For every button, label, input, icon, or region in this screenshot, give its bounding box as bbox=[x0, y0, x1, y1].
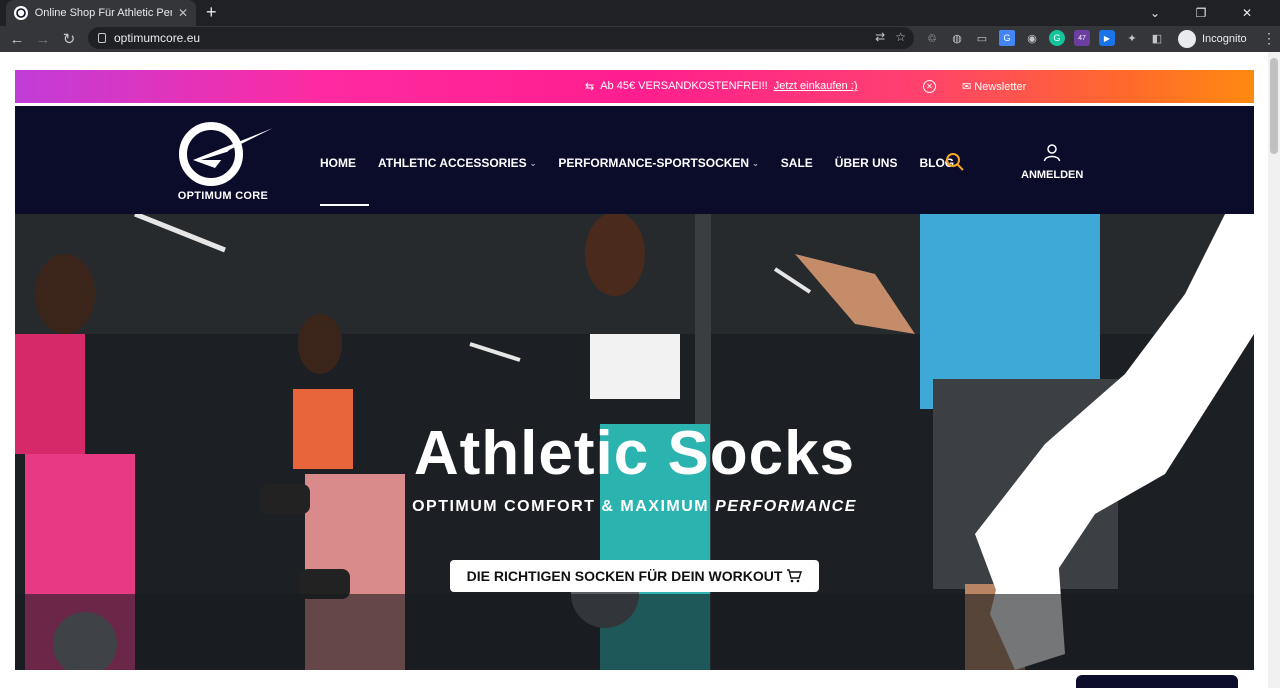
close-announcement-icon[interactable]: ✕ bbox=[923, 80, 936, 93]
page-scrollbar[interactable] bbox=[1268, 52, 1280, 688]
new-tab-button[interactable]: + bbox=[206, 2, 217, 22]
recycle-extension-icon[interactable]: ♲ bbox=[924, 30, 940, 46]
nav-athletic-accessories[interactable]: ATHLETIC ACCESSORIES ⌄ bbox=[378, 156, 536, 170]
side-panel-icon[interactable]: ◧ bbox=[1149, 30, 1165, 46]
scrollbar-thumb[interactable] bbox=[1270, 58, 1278, 154]
logo-emblem-icon bbox=[179, 122, 273, 186]
nav-label: ATHLETIC ACCESSORIES bbox=[378, 156, 527, 170]
back-button[interactable]: ← bbox=[4, 31, 30, 48]
login-label: ANMELDEN bbox=[1021, 169, 1084, 181]
browser-tab-bar: Online Shop Für Athletic Perform ✕ + ⌄ ❐… bbox=[0, 0, 1280, 26]
badge-extension-icon[interactable]: 47 bbox=[1074, 30, 1090, 46]
browser-menu-icon[interactable]: ⋮ bbox=[1262, 30, 1276, 47]
incognito-icon bbox=[1178, 30, 1196, 48]
active-nav-indicator bbox=[320, 204, 369, 206]
nav-performance-sportsocken[interactable]: PERFORMANCE-SPORTSOCKEN ⌄ bbox=[558, 156, 758, 170]
extensions-puzzle-icon[interactable]: ✦ bbox=[1124, 30, 1140, 46]
close-window-button[interactable]: ✕ bbox=[1224, 6, 1270, 20]
tab-search-icon[interactable]: ⌄ bbox=[1132, 6, 1178, 20]
shop-now-link[interactable]: Jetzt einkaufen :) bbox=[774, 80, 858, 93]
browser-tab[interactable]: Online Shop Für Athletic Perform ✕ bbox=[6, 0, 196, 26]
cast-extension-icon[interactable]: ▭ bbox=[974, 30, 990, 46]
grammarly-extension-icon[interactable]: G bbox=[1049, 30, 1065, 46]
hero-subtitle: OPTIMUM COMFORT & MAXIMUM PERFORMANCE bbox=[15, 498, 1254, 516]
chevron-down-icon: ⌄ bbox=[529, 158, 537, 168]
site-logo[interactable]: OPTIMUM CORE bbox=[173, 120, 279, 204]
hero-subtitle-italic: PERFORMANCE bbox=[715, 498, 857, 515]
nav-label: HOME bbox=[320, 156, 356, 170]
forward-button[interactable]: → bbox=[30, 31, 56, 48]
cta-label: DIE RICHTIGEN SOCKEN FÜR DEIN WORKOUT bbox=[466, 568, 783, 584]
restore-window-button[interactable]: ❐ bbox=[1178, 6, 1224, 20]
floating-widget-tab[interactable] bbox=[1076, 675, 1238, 688]
window-controls: ⌄ ❐ ✕ bbox=[1132, 0, 1270, 26]
main-navigation: HOME ATHLETIC ACCESSORIES ⌄ PERFORMANCE-S… bbox=[320, 156, 976, 170]
address-bar[interactable]: optimumcore.eu ⇄ ☆ bbox=[88, 27, 914, 49]
page-viewport: ⇆ Ab 45€ VERSANDKOSTENFREI!! Jetzt einka… bbox=[0, 52, 1280, 688]
incognito-profile[interactable]: Incognito bbox=[1178, 28, 1247, 50]
hero-subtitle-bold: OPTIMUM COMFORT & MAXIMUM bbox=[412, 498, 710, 515]
search-icon[interactable] bbox=[945, 152, 965, 177]
bookmark-star-icon[interactable]: ☆ bbox=[895, 30, 906, 44]
reload-button[interactable]: ↻ bbox=[56, 30, 82, 48]
site-header: OPTIMUM CORE HOME ATHLETIC ACCESSORIES ⌄ … bbox=[15, 106, 1254, 214]
incognito-label: Incognito bbox=[1202, 33, 1247, 45]
chevron-down-icon: ⌄ bbox=[752, 158, 759, 168]
url-text: optimumcore.eu bbox=[114, 31, 201, 45]
globe-extension-icon[interactable]: ◍ bbox=[949, 30, 965, 46]
tab-close-icon[interactable]: ✕ bbox=[178, 6, 188, 20]
lock-icon[interactable] bbox=[98, 33, 106, 43]
nav-home[interactable]: HOME bbox=[320, 156, 356, 170]
user-icon bbox=[1043, 144, 1061, 162]
cart-icon bbox=[787, 569, 803, 583]
tab-title: Online Shop Für Athletic Perform bbox=[34, 7, 172, 19]
video-extension-icon[interactable]: ▶ bbox=[1099, 30, 1115, 46]
announcement-bar: ⇆ Ab 45€ VERSANDKOSTENFREI!! Jetzt einka… bbox=[15, 70, 1254, 103]
translate-icon[interactable]: ⇄ bbox=[875, 30, 885, 44]
nav-label: SALE bbox=[780, 156, 813, 170]
hero-title: Athletic Socks bbox=[413, 419, 856, 488]
site-favicon-icon bbox=[14, 6, 28, 20]
translate-extension-icon[interactable]: G bbox=[999, 30, 1015, 46]
nav-label: ÜBER UNS bbox=[834, 156, 898, 170]
shipping-text: Ab 45€ VERSANDKOSTENFREI!! bbox=[600, 80, 768, 92]
camera-extension-icon[interactable]: ◉ bbox=[1024, 30, 1040, 46]
extensions-area: ♲ ◍ ▭ G ◉ G 47 ▶ ✦ ◧ bbox=[924, 30, 1165, 46]
shipping-icon: ⇆ bbox=[585, 81, 595, 93]
browser-toolbar: ← → ↻ optimumcore.eu ⇄ ☆ ♲ ◍ ▭ G ◉ G 47 … bbox=[0, 26, 1280, 52]
nav-ueber-uns[interactable]: ÜBER UNS bbox=[835, 156, 898, 170]
login-button[interactable]: ANMELDEN bbox=[1021, 144, 1083, 181]
nav-sale[interactable]: SALE bbox=[781, 156, 813, 170]
hero-banner: Athletic Socks OPTIMUM COMFORT & MAXIMUM… bbox=[15, 214, 1254, 670]
newsletter-link[interactable]: ✉ Newsletter bbox=[962, 80, 1026, 93]
newsletter-label[interactable]: Newsletter bbox=[974, 81, 1026, 93]
brand-name: OPTIMUM CORE bbox=[177, 190, 269, 202]
nav-label: PERFORMANCE-SPORTSOCKEN bbox=[558, 156, 750, 170]
shop-socks-button[interactable]: DIE RICHTIGEN SOCKEN FÜR DEIN WORKOUT bbox=[450, 560, 819, 592]
